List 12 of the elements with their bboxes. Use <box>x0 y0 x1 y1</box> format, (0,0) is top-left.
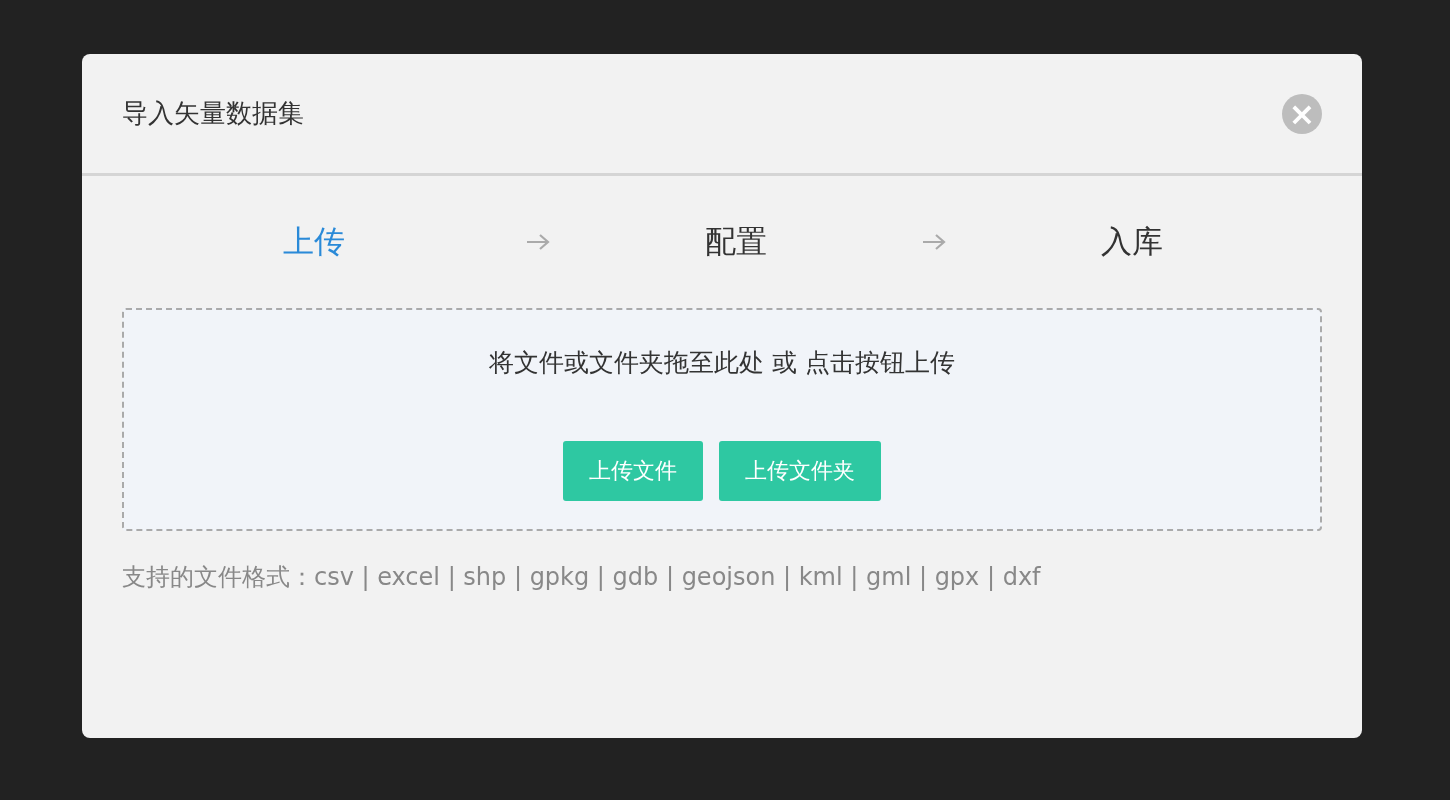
close-button[interactable]: × <box>1282 93 1322 134</box>
drop-zone[interactable]: 将文件或文件夹拖至此处 或 点击按钮上传 上传文件 上传文件夹 <box>122 308 1322 531</box>
step-label: 入库 <box>1101 222 1163 261</box>
step-label: 配置 <box>705 222 767 261</box>
arrow-icon <box>525 232 551 252</box>
drop-hint: 将文件或文件夹拖至此处 或 点击按钮上传 <box>489 347 955 379</box>
upload-button[interactable]: 上传文件 <box>563 441 703 501</box>
step-label: 上传 <box>283 222 345 261</box>
supported-formats: 支持的文件格式：csv | excel | shp | gpkg | gdb | geojson | kml | gml | gpx | dxf <box>122 562 1042 593</box>
dialog-title: 导入矢量数据集 <box>122 97 304 130</box>
upload-button[interactable]: 上传文件夹 <box>719 441 881 501</box>
arrow-icon <box>921 232 947 252</box>
